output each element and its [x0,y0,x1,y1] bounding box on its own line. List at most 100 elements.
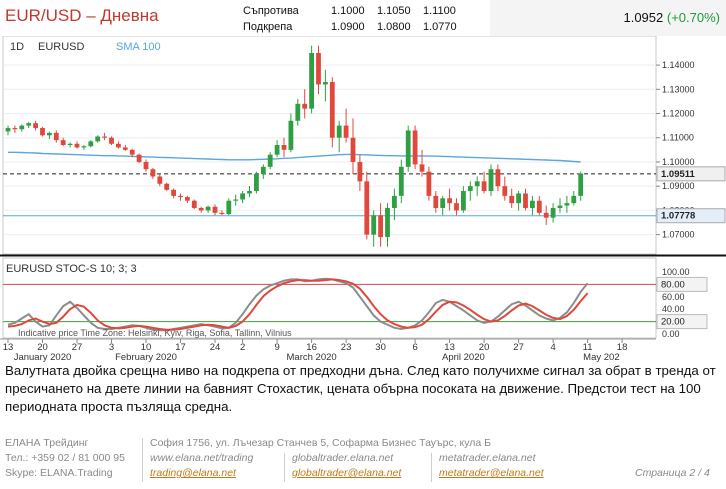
resistance-value: 1.1050 [377,5,411,17]
candle-body [19,125,25,130]
x-tick-label: 27 [513,342,524,353]
company-name: ЕЛАНА Трейдинг [5,437,89,449]
timeframe-label: 1D [10,41,24,53]
candle-body [178,195,183,198]
candle-body [316,52,321,85]
resistance-label: Съпротива [243,5,299,17]
last-price-value: 1.0952 [623,10,664,25]
candle-body [426,171,432,196]
candle-body [405,130,411,167]
y-tick-label: 1.13000 [662,84,695,94]
stoch-y-tick-label: 60.00 [662,292,685,302]
candle-body [412,130,418,165]
current-price-tag: 1.09511 [661,169,696,180]
footer-divider [284,453,285,482]
candle-body [571,195,577,204]
candle-body [474,181,480,187]
candle-body [536,200,542,213]
candle-body [543,212,549,218]
candle-body [53,132,59,141]
candle-body [95,136,101,142]
candle-body [81,146,87,148]
candle-body [247,191,252,194]
y-tick-label: 1.12000 [662,109,695,119]
footer-divider [142,438,143,482]
candle-body [467,186,473,192]
candle-body [550,207,556,218]
stoch-y-tick-label: 40.00 [662,304,685,314]
x-tick-label: 6 [412,342,417,353]
x-tick-label: 24 [210,342,221,353]
candle-body [398,166,404,196]
month-label: April 2020 [442,352,485,362]
support-value: 1.0770 [423,21,457,33]
stochastic-title: EURUSD STOC-S 10; 3; 3 [6,263,137,275]
candle-body [157,176,163,184]
levels-table: Съпротива 1.1000 1.1050 1.1100 Подкрепа … [243,3,469,35]
x-tick-label: 30 [375,342,386,353]
price-panel-frame [2,36,657,255]
stoch-y-tick-label: 100.00 [662,267,690,277]
page-title: EUR/USD – Дневна [5,6,159,25]
y-tick-label: 1.11000 [662,133,694,143]
candle-body [267,154,273,167]
candle-body [40,128,45,136]
candle-body [240,193,245,200]
x-tick-label: 23 [341,342,352,353]
candle-body [350,137,356,162]
stoch-y-tick-label: 0.00 [662,329,680,339]
candle-body [295,103,301,121]
candle-body [33,123,38,129]
site-link[interactable]: metatrader.elana.net [439,451,544,466]
candle-body [102,136,107,138]
x-tick-label: 4 [550,342,555,353]
y-tick-label: 1.14000 [662,60,695,70]
month-label: March 2020 [287,352,337,362]
footer-divider [431,453,432,482]
month-label: May 202 [583,352,619,362]
skype: Skype: ELANA.Trading [5,467,113,479]
x-tick-label: 13 [3,342,14,353]
candle-body [143,161,149,170]
candle-body [502,186,508,196]
x-tick-label: 2 [240,342,245,353]
candle-body [488,169,494,192]
candle-body [516,193,521,204]
candle-body [191,200,197,208]
candle-body [557,205,563,208]
resistance-row: Съпротива 1.1000 1.1050 1.1100 [243,3,469,19]
candle-body [392,195,397,208]
candle-body [205,206,211,211]
candle-body [74,143,80,148]
site-link[interactable]: globaltrader.elana.net [292,451,401,466]
email-link[interactable]: globaltrader@elana.net [292,466,401,481]
candle-body [564,203,570,206]
candle-body [150,169,156,177]
candle-body [419,164,425,172]
candle-body [364,181,370,235]
support-value: 1.0900 [331,21,365,33]
candle-body [233,199,239,201]
price-change: (+0.70%) [666,10,720,25]
candle-body [378,215,383,238]
candle-body [164,183,170,190]
resistance-value: 1.1100 [423,5,456,17]
candle-body [336,125,342,138]
resistance-value: 1.1000 [331,5,365,17]
candle-body [309,52,314,109]
email-link[interactable]: metatrader@elana.net [439,466,544,481]
candle-body [260,166,266,175]
candle-body [26,123,32,126]
candle-body [385,207,390,238]
last-price: 1.0952 (+0.70%) [623,10,720,25]
stoch-level-label: 20.00 [661,317,685,328]
candle-body [109,137,114,144]
stoch-level-label: 80.00 [661,279,685,290]
chart-note: Indicative price Time Zone: Helsinki, Ky… [18,328,292,338]
candle-body [530,200,535,208]
candle-body [302,103,308,109]
support-label: Подкрепа [243,21,293,33]
support-level-tag: 1.07778 [661,211,695,222]
address: София 1756, ул. Лъчезар Станчев 5, Софар… [150,437,492,449]
candle-body [219,212,225,215]
